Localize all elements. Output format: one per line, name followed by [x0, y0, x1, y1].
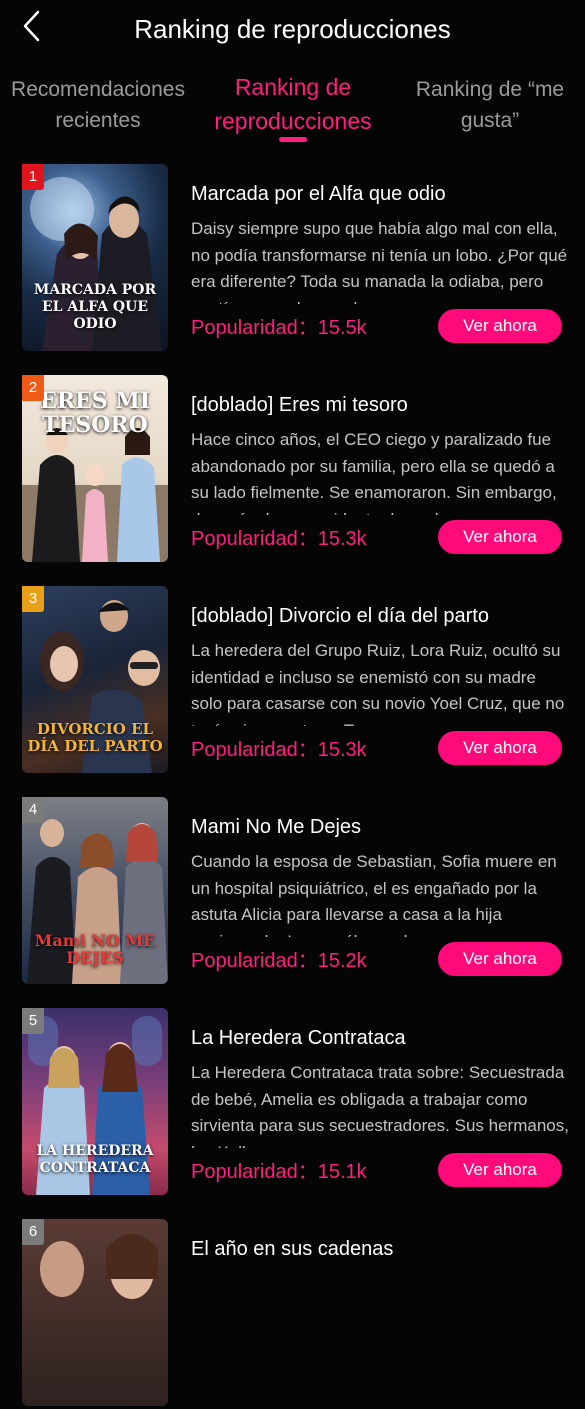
rank-badge: 5 [22, 1008, 44, 1034]
watch-now-button[interactable]: Ver ahora [438, 942, 562, 976]
poster-title: MARCADA POR EL ALFA QUE ODIO [33, 282, 157, 332]
item-title[interactable]: [doblado] Divorcio el día del parto [191, 603, 571, 629]
poster-title: DIVORCIO EL DÍA DEL PARTO [27, 720, 163, 755]
poster-title: ERES MI TESORO [39, 388, 150, 438]
item-title[interactable]: La Heredera Contrataca [191, 1025, 571, 1051]
page-title: Ranking de reproducciones [134, 14, 451, 44]
list-item[interactable]: DIVORCIO EL DÍA DEL PARTO 3 [doblado] Di… [0, 586, 585, 776]
tab-label-line1: Ranking de [234, 74, 352, 100]
poster-title: LA HEREDERA CONTRATACA [36, 1143, 154, 1176]
list-item[interactable]: ERES MI TESORO 2 [doblado] Eres mi tesor… [0, 375, 585, 565]
poster-image[interactable]: ERES MI TESORO [22, 375, 168, 562]
watch-now-button[interactable]: Ver ahora [438, 731, 562, 765]
list-item[interactable]: MARCADA POR EL ALFA QUE ODIO 1 Marcada p… [0, 164, 585, 354]
tab-label-line2: gusta” [460, 109, 520, 132]
active-tab-indicator [279, 137, 307, 142]
watch-now-button[interactable]: Ver ahora [438, 520, 562, 554]
poster-image[interactable]: Mami NO ME DEJES [22, 797, 168, 984]
watch-now-button[interactable]: Ver ahora [438, 1153, 562, 1187]
item-description: La Heredera Contrataca trata sobre: Secu… [191, 1063, 569, 1148]
popularity-label: Popularidad：15.5k [191, 317, 367, 339]
poster-image[interactable]: LA HEREDERA CONTRATACA [22, 1008, 168, 1195]
poster-title: Mami NO ME DEJES [34, 931, 156, 967]
tab-ranking-me-gusta[interactable]: Ranking de “me gusta” [400, 74, 580, 136]
tab-label-line2: recientes [55, 109, 141, 132]
popularity-label: Popularidad：15.2k [191, 950, 367, 972]
rank-badge: 4 [22, 797, 44, 823]
list-item[interactable]: Mami NO ME DEJES 4 Mami No Me Dejes Cuan… [0, 797, 585, 987]
item-title[interactable]: El año en sus cadenas [191, 1236, 571, 1262]
poster-image[interactable]: DIVORCIO EL DÍA DEL PARTO [22, 586, 168, 773]
poster-art [40, 1234, 158, 1299]
header: Ranking de reproducciones [0, 0, 585, 62]
rank-badge: 1 [22, 164, 44, 190]
item-title[interactable]: Mami No Me Dejes [191, 814, 571, 840]
rank-badge: 2 [22, 375, 44, 401]
list-item[interactable]: LA HEREDERA CONTRATACA 5 La Heredera Con… [0, 1008, 585, 1198]
item-description: Hace cinco años, el CEO ciego y paraliza… [191, 430, 557, 515]
item-description: Daisy siempre supo que había algo mal co… [191, 219, 568, 304]
item-description: Cuando la esposa de Sebastian, Sofia mue… [191, 852, 557, 937]
tab-label-line1: Ranking de “me [415, 78, 565, 101]
tab-label-line1: Recomendaciones [11, 78, 185, 101]
rank-badge: 3 [22, 586, 44, 612]
poster-image[interactable]: MARCADA POR EL ALFA QUE ODIO [22, 164, 168, 351]
poster-image[interactable] [22, 1219, 168, 1406]
popularity-label: Popularidad：15.3k [191, 528, 367, 550]
popularity-label: Popularidad：15.1k [191, 1161, 367, 1183]
tab-ranking-reproducciones[interactable]: Ranking de reproducciones [198, 70, 388, 138]
popularity-label: Popularidad：15.3k [191, 739, 367, 761]
item-title[interactable]: Marcada por el Alfa que odio [191, 181, 571, 207]
watch-now-button[interactable]: Ver ahora [438, 309, 562, 343]
tab-recomendaciones-recientes[interactable]: Recomendaciones recientes [8, 74, 188, 136]
rank-badge: 6 [22, 1219, 44, 1245]
tab-label-line2: reproducciones [214, 108, 372, 134]
item-description: La heredera del Grupo Ruiz, Lora Ruiz, o… [191, 641, 565, 726]
item-title[interactable]: [doblado] Eres mi tesoro [191, 392, 571, 418]
list-item[interactable]: 6 El año en sus cadenas [0, 1219, 585, 1409]
